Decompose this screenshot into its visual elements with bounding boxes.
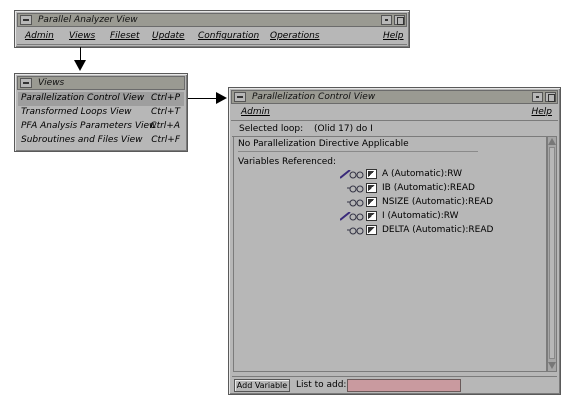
parallelization-control-view-window: Parallelization Control View Admin Help … (228, 87, 561, 395)
pcv-maximize-button[interactable] (545, 92, 556, 102)
minimize-button[interactable] (381, 15, 392, 25)
pcv-menubar: Admin Help (231, 106, 558, 121)
scroll-down-icon[interactable] (548, 362, 556, 370)
pcv-window-menu-button[interactable] (234, 92, 246, 102)
glasses-icon (347, 199, 364, 207)
list-to-add-label: List to add: (296, 380, 347, 390)
menu-item-subroutines-and-files-view[interactable]: Subroutines and Files View Ctrl+F (18, 134, 184, 148)
glasses-icon (347, 185, 364, 193)
variable-type-icon (366, 169, 377, 179)
pcv-content-pane: No Parallelization Directive Applicable … (233, 136, 547, 372)
window-menu-button[interactable] (20, 15, 32, 25)
scroll-up-icon[interactable] (548, 138, 556, 146)
pcv-window-title: Parallelization Control View (252, 92, 376, 102)
parallel-analyzer-window: Parallel Analyzer View Admin Views Files… (14, 10, 410, 48)
menu-item-label: PFA Analysis Parameters View (21, 121, 157, 131)
variable-type-icon (366, 197, 377, 207)
glasses-icon (347, 227, 364, 235)
selected-loop-row: Selected loop: (Olid 17) do I (232, 123, 557, 137)
views-titlebar: Views (17, 76, 185, 90)
selected-loop-label: Selected loop: (239, 124, 304, 134)
variable-type-icon (366, 225, 377, 235)
menu-item-accelerator: Ctrl+T (150, 107, 180, 117)
menu-item-transformed-loops-view[interactable]: Transformed Loops View Ctrl+T (18, 106, 184, 120)
variable-label: A (Automatic):RW (382, 169, 463, 179)
pcv-menu-admin[interactable]: Admin (241, 107, 270, 117)
variables-heading: Variables Referenced: (238, 157, 337, 167)
menu-item-label: Subroutines and Files View (21, 135, 143, 145)
main-titlebar[interactable]: Parallel Analyzer View (17, 13, 407, 27)
variable-label: DELTA (Automatic):READ (382, 225, 494, 235)
pcv-minimize-button[interactable] (532, 92, 543, 102)
menu-help[interactable]: Help (383, 31, 404, 41)
menu-item-accelerator: Ctrl+P (151, 93, 180, 103)
pcv-titlebar[interactable]: Parallelization Control View (231, 90, 558, 104)
main-window-title: Parallel Analyzer View (38, 15, 138, 25)
selected-loop-value: (Olid 17) do I (314, 124, 373, 134)
scrollbar-thumb[interactable] (549, 147, 555, 359)
variable-label: I (Automatic):RW (382, 211, 459, 221)
menu-operations[interactable]: Operations (270, 31, 319, 41)
views-window-menu-button[interactable] (20, 78, 32, 88)
vertical-scrollbar[interactable] (547, 136, 557, 372)
maximize-button[interactable] (394, 15, 405, 25)
menu-fileset[interactable]: Fileset (110, 31, 139, 41)
menu-configuration[interactable]: Configuration (198, 31, 259, 41)
add-variable-button[interactable]: Add Variable (234, 379, 290, 392)
views-menu-window: Views Parallelization Control View Ctrl+… (14, 73, 188, 152)
views-menu-title: Views (38, 78, 65, 88)
variable-label: IB (Automatic):READ (382, 183, 475, 193)
menu-update[interactable]: Update (152, 31, 185, 41)
menu-views[interactable]: Views (69, 31, 95, 41)
pencil-glasses-icon (340, 212, 364, 221)
variable-type-icon (366, 183, 377, 193)
menu-item-accelerator: Ctrl+A (150, 121, 180, 131)
menu-item-pfa-analysis-parameters-view[interactable]: PFA Analysis Parameters View Ctrl+A (18, 120, 184, 134)
variable-type-icon (366, 211, 377, 221)
menu-item-parallelization-control-view[interactable]: Parallelization Control View Ctrl+P (18, 92, 184, 106)
pencil-glasses-icon (340, 170, 364, 179)
menu-item-accelerator: Ctrl+F (151, 135, 180, 145)
menu-item-label: Parallelization Control View (21, 93, 145, 103)
parallelization-status: No Parallelization Directive Applicable (238, 139, 409, 149)
list-to-add-input[interactable] (347, 379, 461, 392)
menu-item-label: Transformed Loops View (21, 107, 132, 117)
variable-label: NSIZE (Automatic):READ (382, 197, 494, 207)
menu-admin[interactable]: Admin (25, 31, 54, 41)
pcv-menu-help[interactable]: Help (531, 107, 552, 117)
arrow-down-icon (74, 60, 86, 71)
main-menubar: Admin Views Fileset Update Configuration… (17, 29, 407, 45)
add-variable-bar: Add Variable List to add: (232, 376, 557, 394)
arrow-pcv-connector (188, 98, 218, 99)
status-divider (238, 151, 478, 152)
